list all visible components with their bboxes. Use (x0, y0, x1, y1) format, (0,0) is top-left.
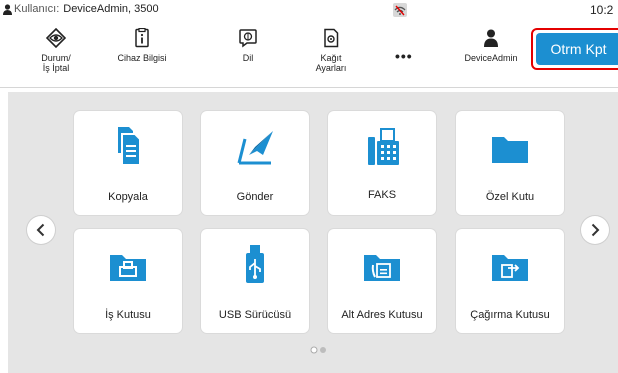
sub-address-box-icon (364, 255, 400, 281)
tile-job-box[interactable]: İş Kutusu (74, 229, 182, 333)
device-info-button[interactable]: Cihaz Bilgisi (104, 28, 180, 63)
device-info-icon (135, 28, 149, 48)
copy-icon (118, 127, 141, 166)
tile-label: FAKS (367, 189, 397, 201)
custom-box-icon (492, 137, 528, 163)
language-label: Dil (242, 53, 254, 63)
paper-settings-icon (324, 28, 339, 48)
toolbar: Durum/ İş İptal Cihaz Bilgisi Dil Kağıt … (0, 20, 618, 88)
user-icon (484, 29, 498, 47)
tile-label: USB Sürücüsü (218, 309, 292, 321)
tile-send[interactable]: Gönder (201, 111, 309, 215)
user-label: Kullanıcı: (14, 3, 60, 15)
status-cancel-button[interactable]: Durum/ İş İptal (18, 28, 94, 73)
user-status: Kullanıcı: DeviceAdmin, 3500 (3, 3, 159, 15)
tile-custom-box[interactable]: Özel Kutu (456, 111, 564, 215)
status-cancel-label: Durum/ İş İptal (41, 53, 71, 73)
fax-icon (368, 128, 399, 165)
user-name-label: DeviceAdmin (464, 53, 518, 63)
next-page-button[interactable] (581, 216, 609, 244)
tile-copy[interactable]: Kopyala (74, 111, 182, 215)
paper-settings-label: Kağıt Ayarları (315, 53, 347, 73)
tile-polling-box[interactable]: Çağırma Kutusu (456, 229, 564, 333)
tile-usb-drive[interactable]: USB Sürücüsü (201, 229, 309, 333)
tile-label: Alt Adres Kutusu (341, 309, 423, 321)
eye-icon (46, 28, 66, 48)
tile-label: Gönder (236, 191, 274, 203)
home-screen: Kullanıcı: DeviceAdmin, 3500 10:2 Durum/… (0, 0, 618, 373)
tile-label: İş Kutusu (105, 309, 151, 321)
chevron-left-icon (36, 223, 45, 237)
user-icon (3, 3, 12, 15)
logout-button[interactable]: Otrm Kpt (536, 33, 618, 65)
wifi-off-icon (393, 3, 407, 17)
job-box-icon (110, 255, 146, 281)
tile-label: Çağırma Kutusu (470, 309, 550, 321)
user-button[interactable]: DeviceAdmin (453, 28, 529, 63)
language-icon (239, 29, 257, 48)
polling-box-icon (492, 255, 528, 281)
device-info-label: Cihaz Bilgisi (117, 53, 167, 63)
paper-settings-button[interactable]: Kağıt Ayarları (293, 28, 369, 73)
status-bar: Kullanıcı: DeviceAdmin, 3500 10:2 (0, 0, 618, 20)
clock: 10:2 (590, 3, 614, 17)
tile-sub-address-box[interactable]: Alt Adres Kutusu (328, 229, 436, 333)
chevron-right-icon (591, 223, 600, 237)
tile-fax[interactable]: FAKS (328, 111, 436, 215)
prev-page-button[interactable] (27, 216, 55, 244)
tile-label: Kopyala (108, 191, 148, 203)
user-value: DeviceAdmin, 3500 (63, 3, 159, 15)
send-icon (237, 131, 273, 165)
usb-drive-icon (246, 245, 264, 283)
page-indicator (310, 346, 326, 354)
logout-highlight: Otrm Kpt (531, 28, 618, 70)
tile-label: Özel Kutu (485, 191, 535, 203)
language-button[interactable]: Dil (210, 28, 286, 63)
more-button[interactable]: ••• (395, 48, 413, 64)
